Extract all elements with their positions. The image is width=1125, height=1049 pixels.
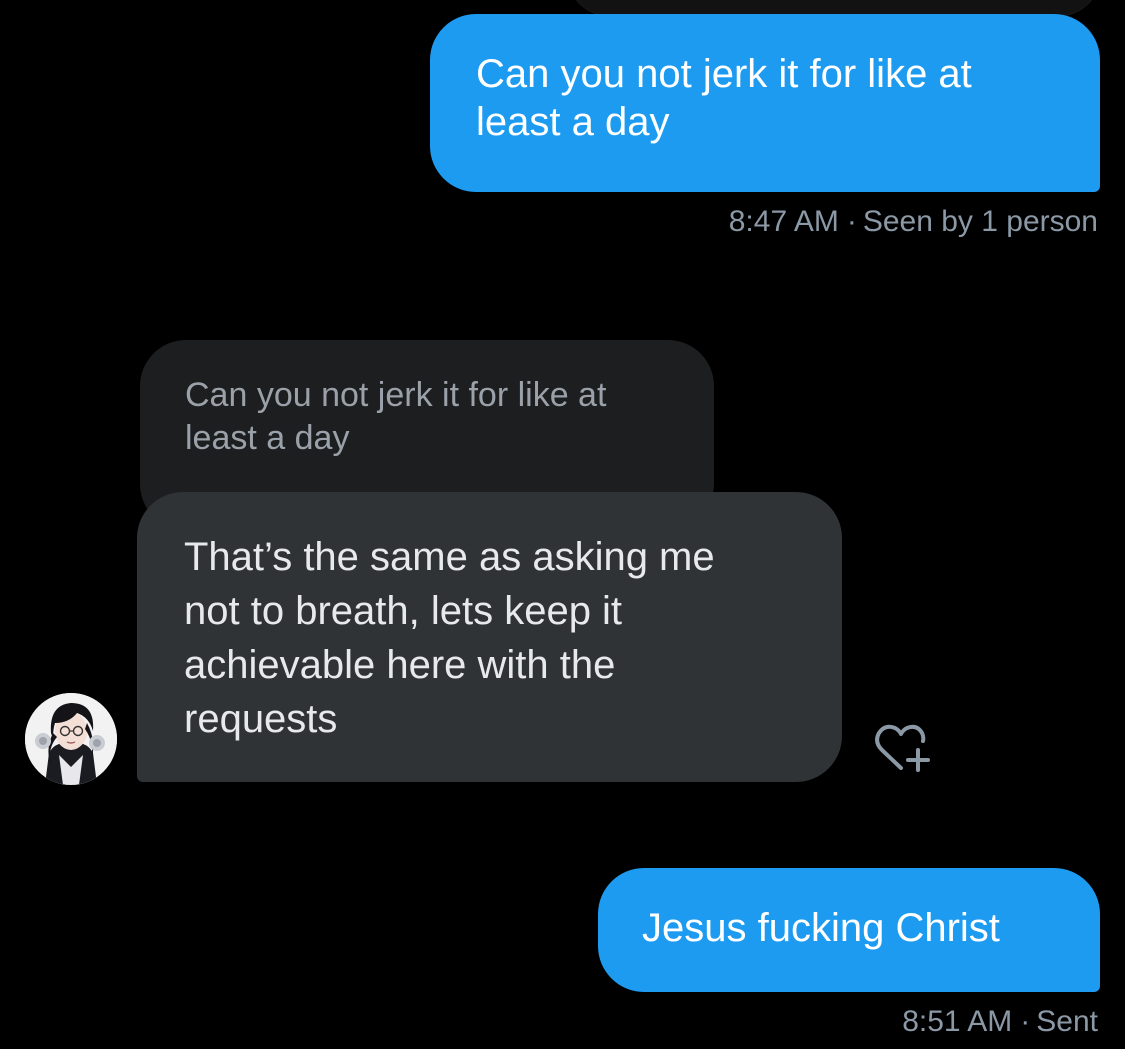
- message-text-line: That’s the same as asking me: [184, 535, 715, 579]
- message-text-line: Can you not jerk it for like at: [476, 52, 972, 96]
- sender-avatar[interactable]: [25, 693, 117, 785]
- seen-status: Seen by 1 person: [862, 205, 1098, 238]
- outgoing-message-bubble[interactable]: Can you not jerk it for like at least a …: [430, 14, 1100, 192]
- sent-status: Sent: [1036, 1005, 1098, 1038]
- message-text: Jesus fucking Christ: [642, 906, 1000, 950]
- quoted-text-line: least a day: [185, 419, 350, 457]
- message-text-line: achievable here with the: [184, 643, 616, 687]
- message-meta: 8:51 AM · Sent: [902, 1004, 1098, 1040]
- message-text-line: not to breath, lets keep it: [184, 589, 623, 633]
- message-meta: 8:47 AM · Seen by 1 person: [729, 204, 1098, 240]
- add-reaction-button[interactable]: [872, 722, 934, 778]
- message-timestamp: 8:51 AM: [902, 1005, 1013, 1038]
- message-text-line: requests: [184, 697, 338, 741]
- heart-plus-icon: [875, 724, 930, 772]
- message-timestamp: 8:47 AM: [728, 205, 839, 238]
- quoted-text-line: Can you not jerk it for like at: [185, 376, 607, 414]
- meta-separator: ·: [1020, 1005, 1031, 1038]
- anime-character-avatar-icon: [25, 693, 117, 785]
- message-text-line: least a day: [476, 100, 670, 144]
- meta-separator: ·: [846, 205, 857, 238]
- outgoing-message-bubble[interactable]: Jesus fucking Christ: [598, 868, 1100, 992]
- incoming-message-bubble[interactable]: That’s the same as asking me not to brea…: [137, 492, 842, 782]
